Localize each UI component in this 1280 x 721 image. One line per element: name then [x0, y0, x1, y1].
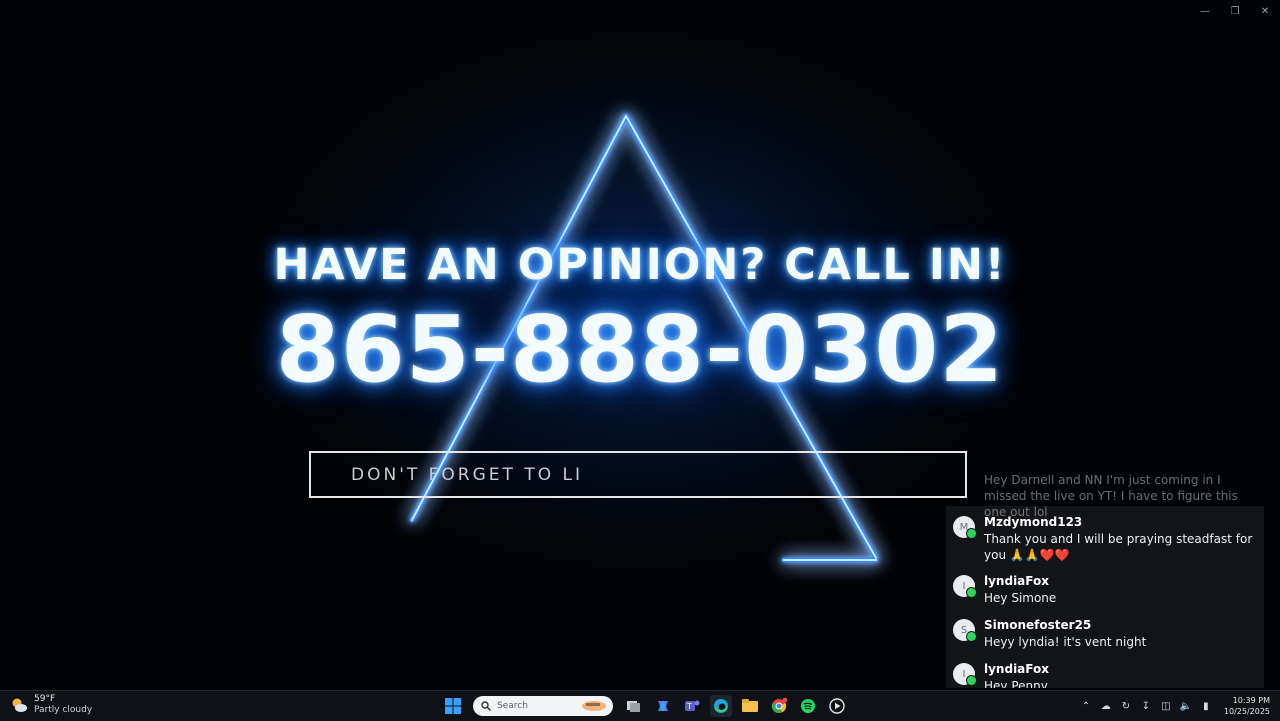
clock-date: 10/25/2025: [1223, 707, 1270, 716]
copilot-icon[interactable]: [652, 695, 674, 717]
spotify-icon[interactable]: [797, 695, 819, 717]
stream-view: — ❐ ✕ HAVE AN OPINION? CALL IN! 865-888-…: [0, 0, 1280, 690]
minimize-icon[interactable]: —: [1190, 2, 1220, 20]
taskbar: 59°F Partly cloudy Search T ⌃ ☁ ↻ ↧ ◫ 🔈 …: [0, 690, 1280, 721]
weather-widget[interactable]: 59°F Partly cloudy: [10, 694, 92, 716]
battery-icon[interactable]: ▮: [1199, 699, 1213, 713]
chat-message-text: Heyy lyndia! it's vent night: [984, 635, 1147, 649]
file-explorer-icon[interactable]: [739, 695, 761, 717]
chat-username[interactable]: Simonefoster25: [984, 618, 1091, 632]
close-icon[interactable]: ✕: [1250, 2, 1280, 20]
volume-icon[interactable]: 🔈: [1179, 699, 1193, 713]
avatar[interactable]: I: [953, 663, 977, 686]
task-view-icon[interactable]: [623, 695, 645, 717]
system-tray: ⌃ ☁ ↻ ↧ ◫ 🔈 ▮ 10:39 PM 10/25/2025: [1076, 694, 1270, 718]
edge-icon[interactable]: [709, 695, 732, 717]
clock-time: 10:39 PM: [1232, 696, 1270, 705]
chat-username[interactable]: lyndiaFox: [984, 662, 1049, 676]
weather-desc: Partly cloudy: [34, 705, 93, 715]
download-icon[interactable]: ↧: [1139, 699, 1153, 713]
stream-headline: HAVE AN OPINION? CALL IN!: [273, 240, 1007, 290]
chat-message-text: Hey Darnell and NN I'm just coming in I …: [984, 473, 1238, 519]
search-highlight-icon: [582, 701, 606, 711]
ticker-box: DON'T FORGET TO LI: [309, 451, 967, 498]
avatar[interactable]: I: [953, 575, 977, 598]
chevron-up-icon[interactable]: ⌃: [1079, 699, 1093, 713]
teams-icon[interactable]: T: [681, 695, 703, 717]
search-placeholder: Search: [497, 701, 528, 711]
avatar[interactable]: S: [953, 619, 977, 642]
clock[interactable]: 10:39 PM 10/25/2025: [1224, 695, 1270, 717]
call-in-number: 865-888-0302: [275, 296, 1005, 403]
taskbar-apps: Search T: [438, 694, 851, 718]
avatar[interactable]: M: [953, 516, 977, 539]
cloud-icon[interactable]: ☁: [1099, 699, 1113, 713]
chat-message-text: Hey Simone: [984, 591, 1057, 605]
search-input[interactable]: Search: [473, 696, 613, 716]
start-icon[interactable]: [442, 695, 464, 717]
svg-text:T: T: [686, 702, 692, 711]
network-icon[interactable]: ◫: [1159, 699, 1173, 713]
chat-overlay: Hey Darnell and NN I'm just coming in I …: [946, 460, 1280, 688]
window-controls: — ❐ ✕: [1190, 2, 1280, 20]
partly-cloudy-icon: [10, 696, 28, 714]
weather-temp: 59°F: [34, 694, 56, 704]
chat-message-text: Hey Penny: [984, 679, 1048, 688]
chat-username[interactable]: Mzdymond123: [984, 515, 1082, 529]
search-icon: [481, 701, 491, 711]
chat-message-text: Thank you and I will be praying steadfas…: [984, 532, 1253, 562]
sync-icon[interactable]: ↻: [1119, 699, 1133, 713]
media-player-icon[interactable]: [826, 695, 848, 717]
chrome-icon[interactable]: [768, 695, 790, 717]
chat-username[interactable]: lyndiaFox: [984, 574, 1049, 588]
restore-icon[interactable]: ❐: [1220, 2, 1250, 20]
ticker-text: DON'T FORGET TO LI: [351, 465, 583, 485]
